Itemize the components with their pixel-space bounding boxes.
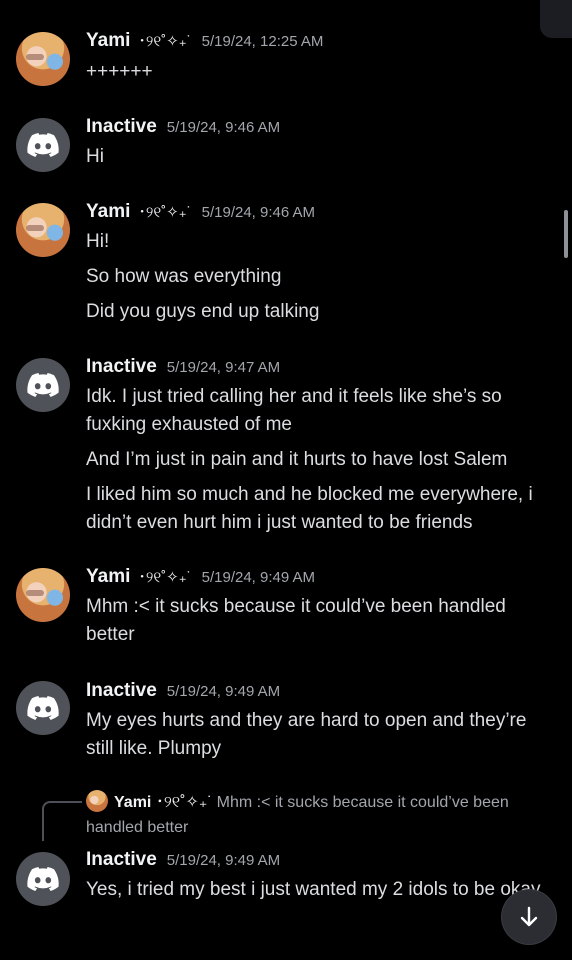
message-text: Did you guys end up talking [86, 301, 320, 322]
message-text: ++++++ [86, 61, 153, 82]
timestamp: 5/19/24, 9:49 AM [201, 569, 316, 586]
reply-author-decoration: ･୨୧˚✧₊˙ [155, 794, 213, 811]
avatar-yami[interactable] [16, 32, 70, 86]
username[interactable]: Inactive [86, 849, 157, 871]
reply-avatar-yami [86, 790, 108, 812]
message-text: Yes, i tried my best i just wanted my 2 … [86, 879, 541, 900]
arrow-down-icon [520, 906, 538, 927]
timestamp: 5/19/24, 9:49 AM [166, 683, 281, 700]
discord-logo-icon [27, 867, 59, 891]
timestamp: 5/19/24, 9:47 AM [166, 359, 281, 376]
username[interactable]: Yami [86, 30, 130, 52]
message-text: So how was everything [86, 266, 282, 287]
discord-logo-icon [27, 373, 59, 397]
timestamp: 5/19/24, 9:49 AM [166, 852, 281, 869]
avatar-default-discord[interactable] [16, 852, 70, 906]
avatar-default-discord[interactable] [16, 358, 70, 412]
timestamp: 5/19/24, 9:46 AM [166, 119, 281, 136]
message-text: My eyes hurts and they are hard to open … [86, 710, 527, 759]
username[interactable]: Inactive [86, 116, 157, 138]
message-text: And I’m just in pain and it hurts to hav… [86, 449, 508, 470]
avatar-default-discord[interactable] [16, 681, 70, 735]
message-text: Hi! [86, 231, 110, 252]
username[interactable]: Yami [86, 566, 130, 588]
username[interactable]: Yami [86, 201, 130, 223]
jump-to-present-button[interactable] [502, 890, 556, 944]
message-header: Inactive 5/19/24, 9:46 AM [86, 116, 280, 138]
top-floating-panel [540, 0, 572, 38]
discord-logo-icon [27, 696, 59, 720]
message-header: Inactive 5/19/24, 9:49 AM [86, 680, 280, 702]
message-text: I liked him so much and he blocked me ev… [86, 484, 533, 533]
username-decoration: ･୨୧˚✧₊˙ [138, 33, 192, 50]
timestamp: 5/19/24, 9:46 AM [201, 204, 316, 221]
message-text: Mhm :< it sucks because it could’ve been… [86, 596, 506, 645]
message-text: Idk. I just tried calling her and it fee… [86, 386, 502, 435]
username-decoration: ･୨୧˚✧₊˙ [138, 204, 192, 221]
scrollbar[interactable] [564, 210, 568, 258]
discord-logo-icon [27, 133, 59, 157]
avatar-default-discord[interactable] [16, 118, 70, 172]
avatar-yami[interactable] [16, 203, 70, 257]
reply-author[interactable]: Yami [114, 794, 151, 811]
timestamp: 5/19/24, 12:25 AM [201, 33, 324, 50]
message-header: Yami ･୨୧˚✧₊˙ 5/19/24, 9:46 AM [86, 201, 315, 223]
username[interactable]: Inactive [86, 680, 157, 702]
reply-spine [42, 801, 82, 841]
reply-preview[interactable]: Yami ･୨୧˚✧₊˙ Mhm :< it sucks because it c… [86, 790, 554, 840]
message-header: Inactive 5/19/24, 9:49 AM [86, 849, 280, 871]
message-header: Yami ･୨୧˚✧₊˙ 5/19/24, 12:25 AM [86, 30, 323, 52]
username[interactable]: Inactive [86, 356, 157, 378]
message-header: Inactive 5/19/24, 9:47 AM [86, 356, 280, 378]
message-header: Yami ･୨୧˚✧₊˙ 5/19/24, 9:49 AM [86, 566, 315, 588]
username-decoration: ･୨୧˚✧₊˙ [138, 569, 192, 586]
top-cutoff-dots [248, 0, 308, 4]
avatar-yami[interactable] [16, 568, 70, 622]
message-text: Hi [86, 146, 104, 167]
